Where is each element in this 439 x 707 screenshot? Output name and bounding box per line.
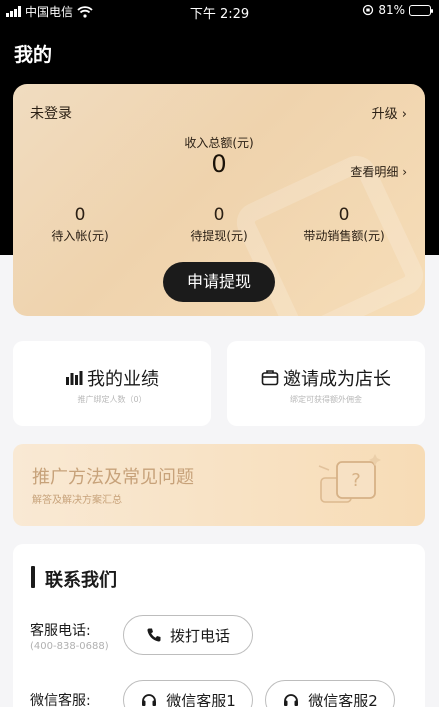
tile-subtitle: 推广绑定人数（0）	[77, 395, 147, 404]
stat-pending-entry: 0 待入帐(元)	[15, 205, 145, 244]
invite-box-icon	[261, 370, 279, 386]
stat-label: 带动销售额(元)	[303, 229, 385, 243]
tile-subtitle: 绑定可获得额外佣金	[290, 395, 362, 404]
call-button-label: 拨打电话	[169, 626, 230, 645]
page-title: 我的	[14, 44, 53, 66]
battery-percent: 81%	[378, 3, 405, 17]
view-details-link[interactable]: 查看明细 ›	[350, 163, 407, 180]
stat-label: 待入帐(元)	[51, 229, 109, 243]
view-details-label: 查看明细	[350, 165, 399, 179]
call-button[interactable]: 拨打电话	[123, 615, 253, 655]
contact-heading: 联系我们	[45, 570, 117, 591]
wechat-service-1-button[interactable]: 微信客服1	[123, 680, 253, 707]
upgrade-link[interactable]: 升级 ›	[372, 103, 407, 122]
stat-label: 待提现(元)	[190, 229, 248, 243]
rotation-lock-icon	[363, 4, 374, 16]
svg-text:?: ?	[351, 470, 361, 491]
headset-icon	[142, 694, 157, 706]
chart-bars-icon	[66, 371, 83, 385]
question-bubble-icon: ?	[318, 454, 381, 503]
phone-number: (400-838-0688)	[30, 641, 109, 652]
my-performance-tile[interactable]: 我的业绩 推广绑定人数（0）	[13, 341, 211, 426]
headset-icon	[284, 694, 299, 706]
faq-banner[interactable]: 推广方法及常见问题 解答及解决方案汇总 ?	[13, 444, 425, 526]
tile-title: 邀请成为店长	[283, 369, 391, 390]
stat-pending-withdraw: 0 待提现(元)	[154, 205, 284, 244]
banner-title: 推广方法及常见问题	[32, 467, 194, 488]
chevron-right-icon: ›	[402, 165, 407, 179]
stat-value: 0	[74, 205, 86, 225]
contact-section: 联系我们 客服电话: (400-838-0688) 拨打电话 微信客服: 微信客…	[13, 544, 425, 707]
invite-manager-tile[interactable]: 邀请成为店长 绑定可获得额外佣金	[227, 341, 425, 426]
stat-value: 0	[213, 205, 225, 225]
upgrade-label: 升级	[371, 107, 398, 122]
chevron-right-icon: ›	[401, 107, 407, 122]
login-status[interactable]: 未登录	[30, 103, 72, 123]
battery-icon	[409, 4, 433, 16]
wechat-service-2-button[interactable]: 微信客服2	[265, 680, 395, 707]
wechat-label: 微信客服:	[30, 693, 91, 707]
income-label: 收入总额(元)	[184, 136, 254, 150]
heading-accent-bar	[31, 566, 35, 588]
stat-driven-sales: 0 带动销售额(元)	[279, 205, 409, 244]
phone-label: 客服电话:	[30, 623, 91, 639]
wechat-button-label: 微信客服1	[166, 691, 236, 707]
wechat-button-label: 微信客服2	[308, 691, 378, 707]
banner-subtitle: 解答及解决方案汇总	[32, 495, 122, 506]
account-card: 未登录 升级 › 收入总额(元) 0 查看明细 › 0 待入帐(元) 0 待提现…	[13, 84, 425, 316]
withdraw-button[interactable]: 申请提现	[163, 262, 275, 302]
phone-icon	[147, 628, 161, 642]
stat-value: 0	[338, 205, 350, 225]
status-bar: 中国电信 下午 2:29 81%	[0, 0, 439, 22]
tile-title: 我的业绩	[87, 369, 159, 390]
